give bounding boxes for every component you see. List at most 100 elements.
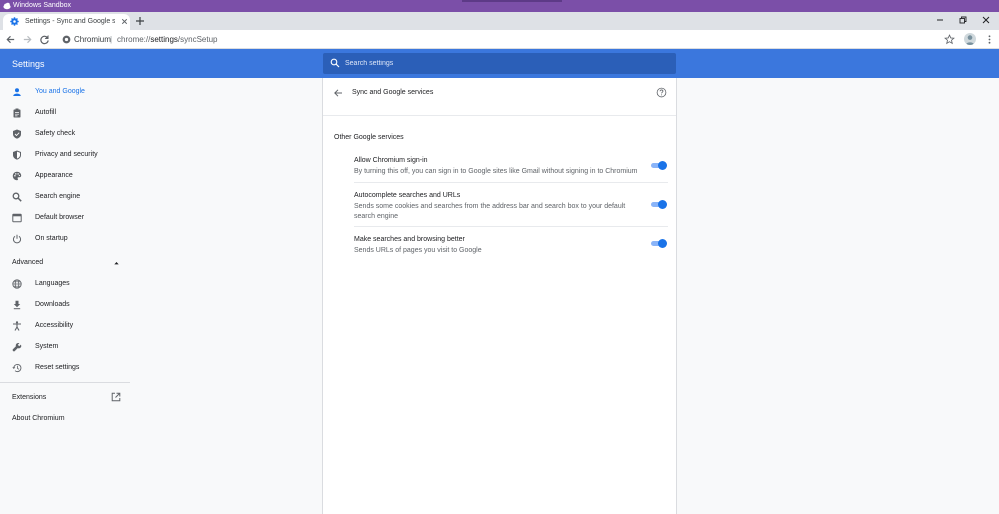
sidebar-item-system[interactable]: System	[0, 337, 130, 357]
sidebar-item-label: Reset settings	[35, 364, 80, 371]
sidebar-item-label: Downloads	[35, 301, 70, 308]
os-title-bar: Windows Sandbox	[0, 0, 999, 12]
wrench-icon	[12, 342, 22, 352]
omnibox-url: chrome://settings/syncSetup	[117, 34, 218, 45]
download-icon	[13, 300, 21, 310]
extensions-label: Extensions	[12, 394, 47, 401]
autocomplete-toggle[interactable]	[650, 200, 667, 209]
sidebar-item-label: Autofill	[35, 109, 57, 116]
close-window-icon[interactable]	[981, 15, 991, 25]
setting-row-autocomplete: Autocomplete searches and URLs Sends som…	[354, 191, 668, 227]
back-arrow-icon[interactable]	[333, 88, 343, 98]
browser-icon	[12, 213, 22, 223]
setting-label: Autocomplete searches and URLs	[354, 192, 461, 199]
page-title: Sync and Google services	[352, 89, 434, 96]
sidebar-item-label: You and Google	[35, 88, 85, 95]
sidebar-item-default-browser[interactable]: Default browser	[0, 208, 130, 228]
menu-kebab-icon[interactable]	[984, 34, 995, 45]
sidebar-item-label: Appearance	[35, 172, 73, 179]
sidebar-item-extensions[interactable]: Extensions	[0, 390, 130, 406]
sync-services-card: Sync and Google services Other Google se…	[322, 78, 677, 514]
address-bar[interactable]: Chromium | chrome://settings/syncSetup	[57, 32, 959, 47]
setting-description: Sends URLs of pages you visit to Google	[354, 247, 482, 254]
sidebar-item-label: Safety check	[35, 130, 76, 137]
setting-row-allow-signin: Allow Chromium sign-in By turning this o…	[354, 156, 668, 184]
open-in-new-icon	[111, 392, 121, 402]
restore-history-icon	[12, 363, 22, 373]
palette-icon	[12, 171, 22, 181]
tab-strip: Settings - Sync and Google services	[0, 12, 999, 30]
person-icon	[13, 88, 21, 96]
sidebar-item-safety-check[interactable]: Safety check	[0, 124, 130, 144]
sidebar-item-label: On startup	[35, 235, 68, 242]
windows-sandbox-icon	[3, 2, 11, 10]
url-path: /syncSetup	[177, 35, 218, 44]
toggle-knob	[658, 200, 667, 209]
os-bar-handle	[462, 0, 562, 2]
card-header: Sync and Google services	[323, 78, 676, 116]
sidebar-item-on-startup[interactable]: On startup	[0, 229, 130, 249]
sidebar-item-languages[interactable]: Languages	[0, 274, 130, 294]
minimize-icon[interactable]	[935, 15, 945, 25]
forward-icon[interactable]	[22, 34, 33, 45]
setting-row-make-searches-better: Make searches and browsing better Sends …	[354, 235, 668, 261]
settings-gear-icon	[10, 17, 19, 26]
allow-signin-toggle[interactable]	[650, 161, 667, 170]
new-tab-icon[interactable]	[135, 16, 145, 26]
sidebar-item-accessibility[interactable]: Accessibility	[0, 316, 130, 336]
omnibox-site-name: Chromium	[74, 35, 111, 44]
sidebar-item-label: Privacy and security	[35, 151, 98, 158]
advanced-section-toggle[interactable]: Advanced	[0, 254, 130, 272]
sidebar-item-autofill[interactable]: Autofill	[0, 103, 130, 123]
toggle-knob	[658, 161, 667, 170]
section-title: Other Google services	[334, 134, 404, 141]
url-host: settings	[150, 35, 178, 44]
search-settings-box[interactable]	[323, 53, 676, 74]
setting-label: Allow Chromium sign-in	[354, 157, 428, 164]
omnibox-separator: |	[110, 35, 113, 44]
sidebar-item-you-and-google[interactable]: You and Google	[0, 82, 130, 102]
tab-title: Settings - Sync and Google services	[25, 18, 115, 25]
settings-header: Settings	[0, 49, 999, 78]
browser-toolbar: Chromium | chrome://settings/syncSetup	[0, 30, 999, 49]
tab-settings[interactable]: Settings - Sync and Google services	[3, 14, 130, 30]
make-searches-better-toggle[interactable]	[650, 239, 667, 248]
toggle-knob	[658, 239, 667, 248]
advanced-label: Advanced	[12, 259, 44, 266]
settings-title: Settings	[12, 59, 45, 69]
reload-icon[interactable]	[39, 34, 50, 45]
sidebar-item-label: Languages	[35, 280, 70, 287]
setting-description: Sends some cookies and searches from the…	[354, 203, 626, 220]
search-icon	[330, 58, 340, 68]
sidebar-item-reset-settings[interactable]: Reset settings	[0, 358, 130, 378]
row-divider	[354, 226, 668, 227]
power-icon	[12, 234, 22, 244]
setting-label: Make searches and browsing better	[354, 236, 465, 243]
help-icon[interactable]	[656, 87, 667, 98]
sidebar-item-about-chromium[interactable]: About Chromium	[0, 411, 130, 427]
restore-icon[interactable]	[958, 15, 968, 25]
row-divider	[354, 182, 668, 183]
os-window-title: Windows Sandbox	[13, 2, 71, 9]
chromium-site-icon	[62, 35, 71, 44]
bookmark-star-icon[interactable]	[944, 34, 955, 45]
setting-description: By turning this off, you can sign in to …	[354, 168, 638, 175]
sidebar-item-search-engine[interactable]: Search engine	[0, 187, 130, 207]
shield-icon	[13, 150, 21, 160]
sidebar-item-label: Accessibility	[35, 322, 74, 329]
search-settings-input[interactable]	[345, 57, 665, 70]
about-chromium-label: About Chromium	[12, 415, 65, 422]
sidebar-item-label: System	[35, 343, 59, 350]
back-icon[interactable]	[5, 34, 16, 45]
close-tab-icon[interactable]	[120, 17, 129, 26]
sidebar-divider	[0, 382, 130, 383]
settings-sidebar: You and Google Autofill Safety check Pri…	[0, 78, 130, 514]
sidebar-item-appearance[interactable]: Appearance	[0, 166, 130, 186]
caret-up-icon	[114, 261, 119, 265]
profile-avatar[interactable]	[964, 33, 976, 45]
shield-check-icon	[13, 129, 21, 139]
clipboard-icon	[13, 108, 21, 118]
sidebar-item-downloads[interactable]: Downloads	[0, 295, 130, 315]
sidebar-item-privacy-and-security[interactable]: Privacy and security	[0, 145, 130, 165]
sidebar-item-label: Search engine	[35, 193, 81, 200]
